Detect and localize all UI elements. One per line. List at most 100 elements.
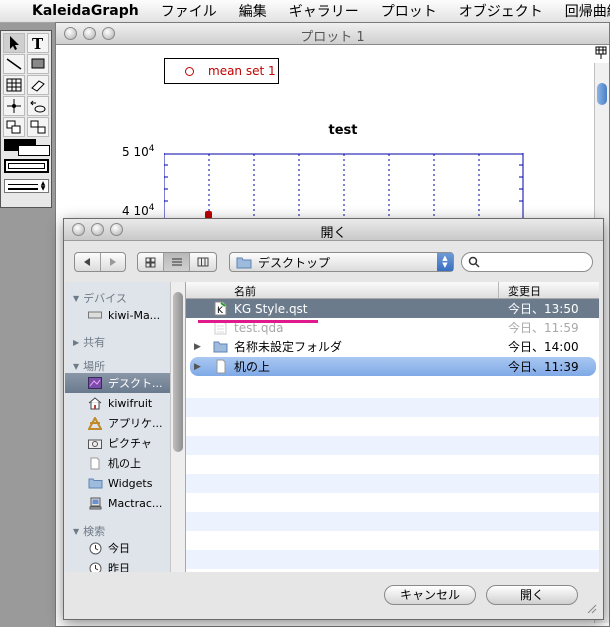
popup-arrows-icon: ▲ ▼ (437, 253, 453, 271)
location-text: デスクトップ (258, 255, 331, 270)
list-view-icon[interactable] (163, 253, 191, 271)
computer-icon (87, 308, 103, 322)
arrow-tool-icon[interactable] (3, 33, 25, 53)
table-tool-icon[interactable] (3, 75, 25, 95)
camera-icon (87, 436, 103, 450)
legend-marker-icon (185, 66, 194, 76)
applications-icon (87, 416, 103, 430)
cancel-button[interactable]: キャンセル (384, 585, 476, 605)
annotation-underline (198, 320, 318, 323)
column-header-date[interactable]: 変更日 (508, 283, 541, 299)
file-list-header: 名前 変更日 (186, 282, 599, 299)
dialog-title: 開く (320, 226, 347, 241)
plot-window-title: プロット 1 (300, 30, 365, 45)
sidebar-scroll-thumb[interactable] (173, 292, 183, 452)
disclosure-triangle-icon[interactable]: ▶ (194, 362, 201, 372)
search-icon (468, 256, 480, 268)
mac-icon (87, 496, 103, 510)
tool-palette: T ▲ ▼ (0, 30, 52, 208)
file-date: 今日、11:59 (508, 321, 579, 335)
desktop-icon (87, 376, 103, 390)
ungroup-tool-icon[interactable] (27, 117, 49, 137)
sidebar-scrollbar[interactable] (170, 282, 185, 572)
file-name: 名称未設定フォルダ (234, 340, 343, 354)
plot-legend[interactable]: mean set 1 (164, 58, 279, 84)
sidebar-item-pictures[interactable]: ピクチャ (65, 433, 172, 453)
dialog-button-bar: キャンセル 開く (64, 574, 603, 620)
dialog-sidebar: ▼ デバイス kiwi-Ma... ▶ 共有 ▼ 場所 デスクト... kiwifru… (65, 282, 186, 572)
sidebar-item-desktop[interactable]: デスクト... (65, 373, 172, 393)
sidebar-item-home[interactable]: kiwifruit (65, 393, 172, 413)
sidebar-section-devices[interactable]: ▼ デバイス (73, 290, 127, 306)
plot-scroll-thumb[interactable] (597, 83, 607, 105)
resize-grip-icon[interactable] (587, 604, 597, 614)
folder-icon (87, 476, 103, 490)
home-icon (87, 396, 103, 410)
folder-row[interactable]: ▶ 机の上 今日、11:39 (190, 357, 596, 376)
menu-bar: KaleidaGraph ファイル 編集 ギャラリー プロット オブジェクト 回… (0, 0, 610, 23)
forward-arrow-icon[interactable] (101, 253, 126, 271)
line-width-select-icon[interactable]: ▲ ▼ (4, 179, 49, 193)
plot-toolbar-icon[interactable] (595, 46, 607, 60)
menu-edit[interactable]: 編集 (239, 1, 267, 21)
group-tool-icon[interactable] (3, 117, 25, 137)
location-popup[interactable]: デスクトップ ▲ ▼ (229, 252, 454, 272)
clock-icon (87, 561, 103, 572)
kg-style-file-icon: K (214, 301, 227, 316)
rectangle-tool-icon[interactable] (27, 54, 49, 74)
clock-icon (87, 541, 103, 555)
icon-view-icon[interactable] (138, 253, 164, 271)
file-date: 今日、11:39 (508, 360, 579, 374)
dialog-titlebar[interactable]: 開く (64, 219, 603, 241)
disclosure-triangle-icon[interactable]: ▶ (194, 342, 201, 352)
crosshair-tool-icon[interactable] (3, 96, 25, 116)
file-name: 机の上 (234, 360, 271, 374)
menu-gallery[interactable]: ギャラリー (289, 1, 359, 21)
plot-window-titlebar[interactable]: プロット 1 (56, 23, 609, 45)
y-tick-label: 4 104 (122, 203, 155, 218)
sidebar-item-desk[interactable]: 机の上 (65, 453, 172, 473)
sidebar-item-yesterday[interactable]: 昨日 (65, 558, 172, 572)
line-tool-icon[interactable] (3, 54, 25, 74)
back-arrow-icon[interactable] (75, 253, 101, 271)
y-tick-label: 5 104 (122, 144, 155, 159)
sidebar-item-applications[interactable]: アプリケ... (65, 413, 172, 433)
column-view-icon[interactable] (190, 253, 216, 271)
sidebar-section-search[interactable]: ▼ 検索 (73, 523, 105, 539)
back-forward-buttons (74, 252, 126, 272)
pattern-swatch-icon[interactable] (4, 159, 49, 173)
legend-label: mean set 1 (208, 64, 276, 78)
file-list: 名前 変更日 K KG Style.qst 今日、13:50 test.qda … (186, 282, 599, 572)
sidebar-item-today[interactable]: 今日 (65, 538, 172, 558)
menu-regression[interactable]: 回帰曲線 (565, 1, 610, 21)
file-name: KG Style.qst (234, 301, 308, 316)
zoom-tool-icon[interactable] (27, 96, 49, 116)
text-tool-icon[interactable]: T (27, 33, 49, 53)
sidebar-section-places[interactable]: ▼ 場所 (73, 358, 105, 374)
sidebar-item-mactracker[interactable]: Mactrac... (65, 493, 172, 513)
file-date: 今日、14:00 (508, 340, 579, 354)
sidebar-item-widgets[interactable]: Widgets (65, 473, 172, 493)
file-row[interactable]: K KG Style.qst 今日、13:50 (186, 299, 599, 318)
menu-plot[interactable]: プロット (381, 1, 437, 21)
folder-icon (213, 341, 228, 353)
sidebar-item-computer[interactable]: kiwi-Ma... (65, 305, 172, 325)
view-mode-buttons (137, 252, 217, 272)
desk-folder-icon (216, 359, 226, 374)
sidebar-section-shared[interactable]: ▶ 共有 (73, 334, 105, 350)
open-button[interactable]: 開く (486, 585, 578, 605)
menu-app[interactable]: KaleidaGraph (32, 3, 139, 19)
plot-frame[interactable] (164, 153, 524, 223)
eraser-tool-icon[interactable] (27, 75, 49, 95)
search-field[interactable] (461, 252, 593, 272)
open-dialog: 開く デスクトップ ▲ ▼ ▼ デバイス kiwi-Ma... ▶ 共有 ▼ 場所 (63, 218, 604, 620)
color-swatch-icon[interactable] (4, 139, 50, 156)
file-date: 今日、13:50 (508, 302, 579, 316)
folder-row[interactable]: ▶ 名称未設定フォルダ 今日、14:00 (186, 337, 599, 356)
plot-title[interactable]: test (308, 123, 378, 138)
column-header-name[interactable]: 名前 (234, 283, 256, 299)
menu-file[interactable]: ファイル (161, 1, 217, 21)
dialog-toolbar: デスクトップ ▲ ▼ (64, 241, 603, 283)
svg-text:T: T (32, 35, 44, 52)
menu-object[interactable]: オブジェクト (459, 1, 543, 21)
